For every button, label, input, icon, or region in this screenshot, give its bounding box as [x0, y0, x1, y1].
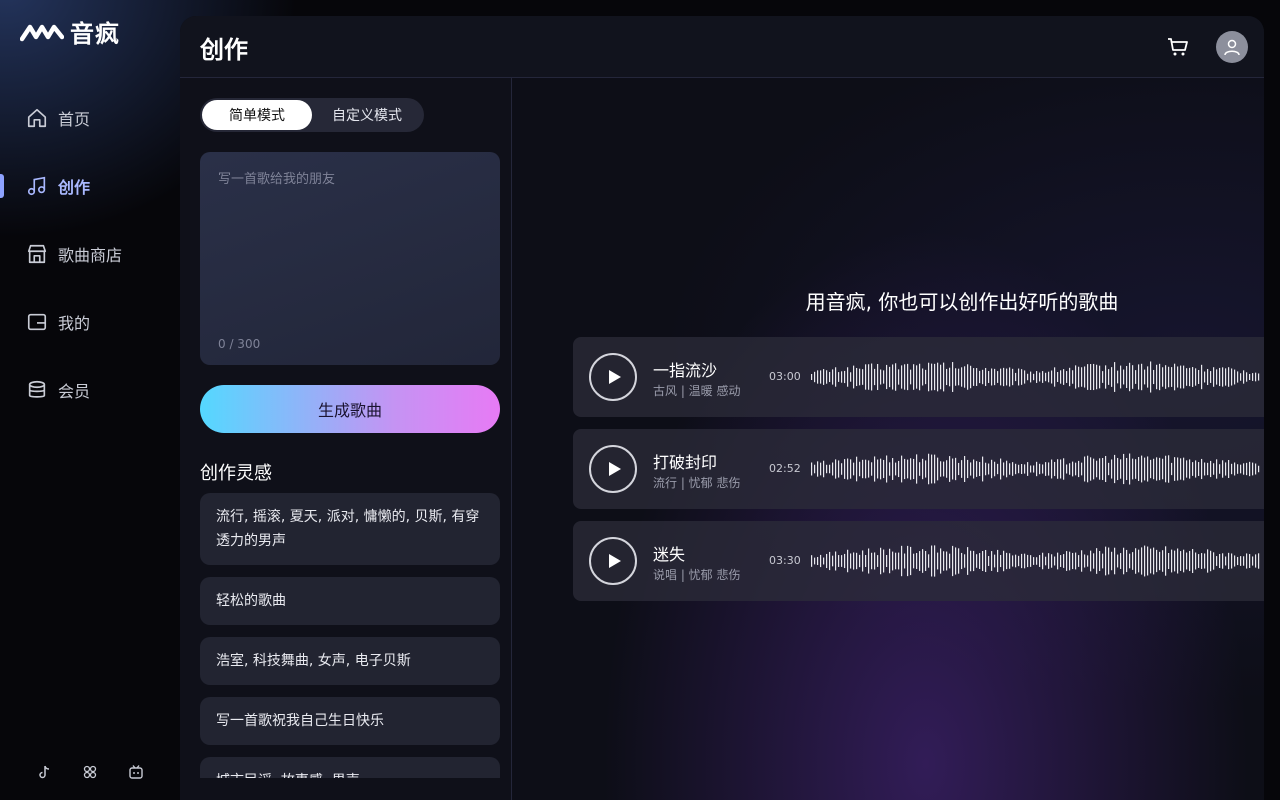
song-title: 迷失	[653, 545, 686, 564]
community-icon[interactable]	[82, 764, 98, 780]
sidebar-item-mine[interactable]: 我的	[0, 288, 180, 356]
music-note-icon	[27, 176, 46, 196]
main-panel: 创作 简单模式 自定义模式 0 / 300 生成歌曲 创作灵感 流行, 摇滚, …	[180, 16, 1264, 800]
play-icon	[608, 554, 621, 568]
song-card[interactable]: 一指流沙 古风 | 温暖 感动 03:00	[573, 337, 1264, 417]
sidebar-nav: 首页 创作 歌曲商店 我的 会员	[0, 84, 180, 424]
song-duration: 03:30	[769, 554, 801, 567]
prompt-box: 0 / 300	[200, 152, 500, 365]
bilibili-icon[interactable]	[128, 764, 144, 780]
sidebar-item-store[interactable]: 歌曲商店	[0, 220, 180, 288]
sidebar-item-label: 会员	[58, 382, 91, 401]
social-links	[36, 764, 144, 780]
inspiration-item[interactable]: 流行, 摇滚, 夏天, 派对, 慵懒的, 贝斯, 有穿透力的男声	[200, 493, 500, 565]
prompt-input[interactable]	[218, 168, 482, 318]
logo-wave-icon	[20, 24, 64, 41]
waveform[interactable]	[811, 541, 1261, 581]
song-card[interactable]: 打破封印 流行 | 忧郁 悲伤 02:52	[573, 429, 1264, 509]
play-icon	[608, 462, 621, 476]
play-icon	[608, 370, 621, 384]
wallet-icon	[27, 313, 47, 331]
inspiration-item[interactable]: 城市民谣, 故事感, 男声	[200, 757, 500, 778]
play-button[interactable]	[589, 353, 637, 401]
inspiration-list: 流行, 摇滚, 夏天, 派对, 慵懒的, 贝斯, 有穿透力的男声 轻松的歌曲 浩…	[200, 493, 500, 778]
song-tags: 说唱 | 忧郁 悲伤	[653, 568, 741, 582]
inspiration-title: 创作灵感	[200, 463, 272, 484]
song-title: 一指流沙	[653, 361, 718, 380]
song-duration: 02:52	[769, 462, 801, 475]
cart-icon[interactable]	[1166, 35, 1190, 59]
tiktok-icon[interactable]	[36, 764, 52, 780]
sidebar-item-vip[interactable]: 会员	[0, 356, 180, 424]
sidebar-item-label: 首页	[58, 110, 91, 129]
app-name: 音疯	[70, 20, 120, 48]
simple-mode-tab[interactable]: 简单模式	[202, 100, 312, 130]
song-tags: 流行 | 忧郁 悲伤	[653, 476, 741, 490]
waveform[interactable]	[811, 449, 1261, 489]
store-icon	[27, 244, 47, 264]
sidebar-item-label: 歌曲商店	[58, 246, 123, 265]
mode-toggle: 简单模式 自定义模式	[200, 98, 424, 132]
page-title: 创作	[200, 36, 248, 64]
database-icon	[28, 380, 46, 398]
home-icon	[27, 108, 47, 128]
waveform[interactable]	[811, 357, 1261, 397]
sidebar-item-home[interactable]: 首页	[0, 84, 180, 152]
app-logo[interactable]: 音疯	[20, 14, 120, 49]
play-button[interactable]	[589, 445, 637, 493]
generate-song-button[interactable]: 生成歌曲	[200, 385, 500, 433]
char-counter: 0 / 300	[218, 337, 261, 351]
play-button[interactable]	[589, 537, 637, 585]
song-list: 一指流沙 古风 | 温暖 感动 03:00 打破封印 流行 | 忧郁 悲伤 02…	[573, 337, 1264, 613]
sidebar-item-label: 我的	[58, 314, 91, 333]
showcase-panel: 用音疯, 你也可以创作出好听的歌曲 一指流沙 古风 | 温暖 感动 03:00 …	[512, 78, 1264, 800]
inspiration-item[interactable]: 写一首歌祝我自己生日快乐	[200, 697, 500, 745]
song-duration: 03:00	[769, 370, 801, 383]
custom-mode-tab[interactable]: 自定义模式	[312, 100, 422, 130]
user-icon	[1224, 39, 1240, 56]
top-bar: 创作	[180, 16, 1264, 78]
sidebar: 音疯 首页 创作 歌曲商店 我的 会员	[0, 0, 180, 800]
song-tags: 古风 | 温暖 感动	[653, 384, 741, 398]
inspiration-item[interactable]: 轻松的歌曲	[200, 577, 500, 625]
showcase-headline: 用音疯, 你也可以创作出好听的歌曲	[805, 290, 1119, 314]
song-title: 打破封印	[653, 453, 718, 472]
avatar[interactable]	[1216, 31, 1248, 63]
sidebar-item-create[interactable]: 创作	[0, 152, 180, 220]
song-card[interactable]: 迷失 说唱 | 忧郁 悲伤 03:30	[573, 521, 1264, 601]
sidebar-item-label: 创作	[58, 178, 91, 197]
inspiration-item[interactable]: 浩室, 科技舞曲, 女声, 电子贝斯	[200, 637, 500, 685]
create-panel: 简单模式 自定义模式 0 / 300 生成歌曲 创作灵感 流行, 摇滚, 夏天,…	[180, 78, 512, 800]
